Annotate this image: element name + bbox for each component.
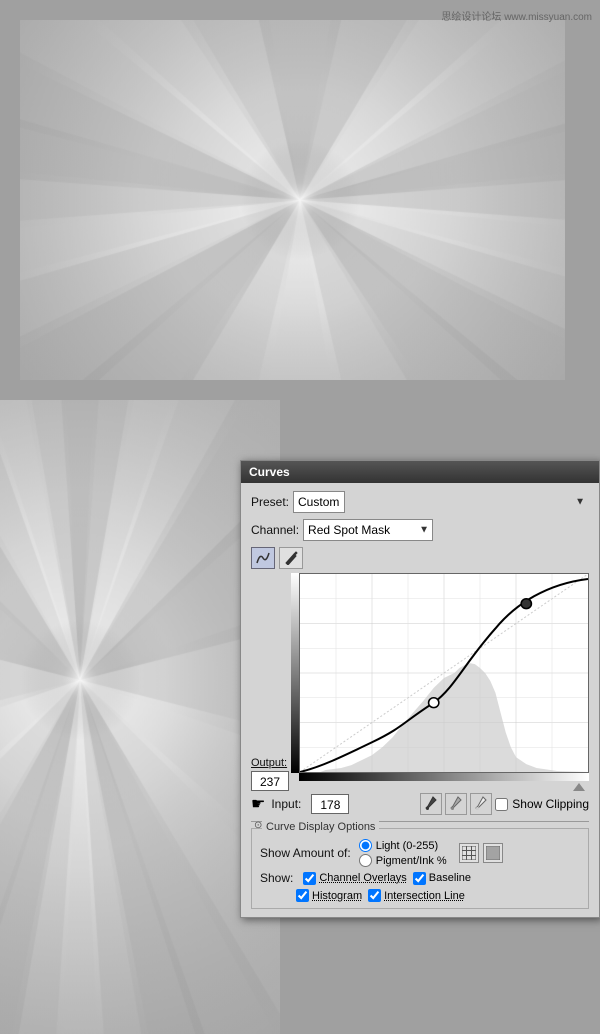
channel-row: Channel: Red Spot Mask	[251, 519, 589, 541]
pigment-option-row: Pigment/Ink %	[359, 854, 447, 867]
baseline-checkbox[interactable]	[413, 872, 426, 885]
preset-select-wrapper: Custom	[293, 491, 589, 513]
eyedropper-black-icon	[425, 796, 437, 812]
curves-panel: Curves Preset: Custom Channel: Red Spot …	[240, 460, 600, 918]
output-label: Output:	[251, 757, 287, 769]
preset-label: Preset:	[251, 495, 289, 509]
histogram-item: Histogram	[296, 889, 362, 902]
channel-overlays-checkbox[interactable]	[303, 872, 316, 885]
output-gradient-bar	[291, 573, 299, 773]
output-value[interactable]: 237	[251, 771, 289, 791]
baseline-item: Baseline	[413, 872, 471, 885]
panel-titlebar: Curves	[241, 461, 599, 483]
eyedropper-gray-icon	[450, 796, 462, 812]
histogram-label: Histogram	[312, 890, 362, 902]
channel-overlays-item: Channel Overlays	[303, 872, 406, 885]
graph-area	[299, 573, 589, 791]
starburst-canvas-bottom	[0, 400, 280, 1034]
options-title: Curve Display Options	[262, 821, 379, 833]
white-point-eyedropper[interactable]	[470, 793, 492, 815]
curves-svg	[300, 574, 588, 772]
tools-row	[251, 547, 589, 569]
radio-group: Light (0-255) Pigment/Ink %	[359, 839, 447, 867]
baseline-label: Baseline	[429, 872, 471, 884]
show-row: Show: Channel Overlays Baseline	[260, 871, 580, 885]
input-gradient-bar	[299, 773, 589, 781]
intersection-line-checkbox[interactable]	[368, 889, 381, 902]
starburst-canvas-top	[20, 20, 565, 380]
show-clipping-label: Show Clipping	[512, 797, 589, 811]
eyedropper-group: Show Clipping	[420, 793, 589, 815]
panel-title: Curves	[249, 465, 290, 479]
channel-select[interactable]: Red Spot Mask	[303, 519, 433, 541]
triangle-indicator	[573, 783, 585, 791]
input-label: Input:	[271, 797, 301, 811]
preset-row: Preset: Custom	[251, 491, 589, 513]
curve-display-options: ⊙ Curve Display Options Show Amount of: …	[251, 828, 589, 909]
pigment-label: Pigment/Ink %	[376, 855, 447, 867]
light-option-row: Light (0-255)	[359, 839, 447, 852]
show-row-2: Histogram Intersection Line	[260, 889, 580, 902]
pigment-radio[interactable]	[359, 854, 372, 867]
top-image	[20, 20, 565, 380]
channel-select-wrapper: Red Spot Mask	[303, 519, 433, 541]
grid-icons	[459, 843, 503, 863]
channel-overlays-label: Channel Overlays	[319, 872, 406, 884]
watermark: 思绘设计论坛 www.missyuan.com	[441, 8, 592, 23]
show-clipping-checkbox[interactable]	[495, 798, 508, 811]
channel-label: Channel:	[251, 523, 299, 537]
input-section: Input: 178	[271, 794, 349, 814]
intersection-line-item: Intersection Line	[368, 889, 465, 902]
histogram-checkbox[interactable]	[296, 889, 309, 902]
curve-tool-btn[interactable]	[251, 547, 275, 569]
grid-10x10-icon[interactable]	[483, 843, 503, 863]
pencil-tool-btn[interactable]	[279, 547, 303, 569]
light-label: Light (0-255)	[376, 840, 438, 852]
pencil-icon	[284, 551, 298, 565]
show-label: Show:	[260, 871, 293, 885]
input-row: ☛ Input: 178	[251, 793, 589, 815]
show-clipping-row: Show Clipping	[495, 797, 589, 811]
light-radio[interactable]	[359, 839, 372, 852]
graph-container: Output: 237	[251, 573, 589, 791]
show-amount-row: Show Amount of: Light (0-255) Pigment/In…	[260, 839, 580, 867]
preset-select[interactable]: Custom	[293, 491, 345, 513]
gray-point-eyedropper[interactable]	[445, 793, 467, 815]
input-label-row: ☛ Input: 178	[251, 794, 349, 814]
intersection-line-label: Intersection Line	[384, 890, 465, 902]
show-amount-label: Show Amount of:	[260, 846, 351, 860]
curve-icon	[256, 551, 270, 565]
hand-icon[interactable]: ☛	[251, 794, 265, 814]
input-value[interactable]: 178	[311, 794, 349, 814]
bottom-image	[0, 400, 280, 1034]
graph-canvas[interactable]	[299, 573, 589, 773]
grid-4x4-icon[interactable]	[459, 843, 479, 863]
black-point-eyedropper[interactable]	[420, 793, 442, 815]
eyedropper-white-icon	[475, 796, 487, 812]
panel-body: Preset: Custom Channel: Red Spot Mask	[241, 483, 599, 917]
